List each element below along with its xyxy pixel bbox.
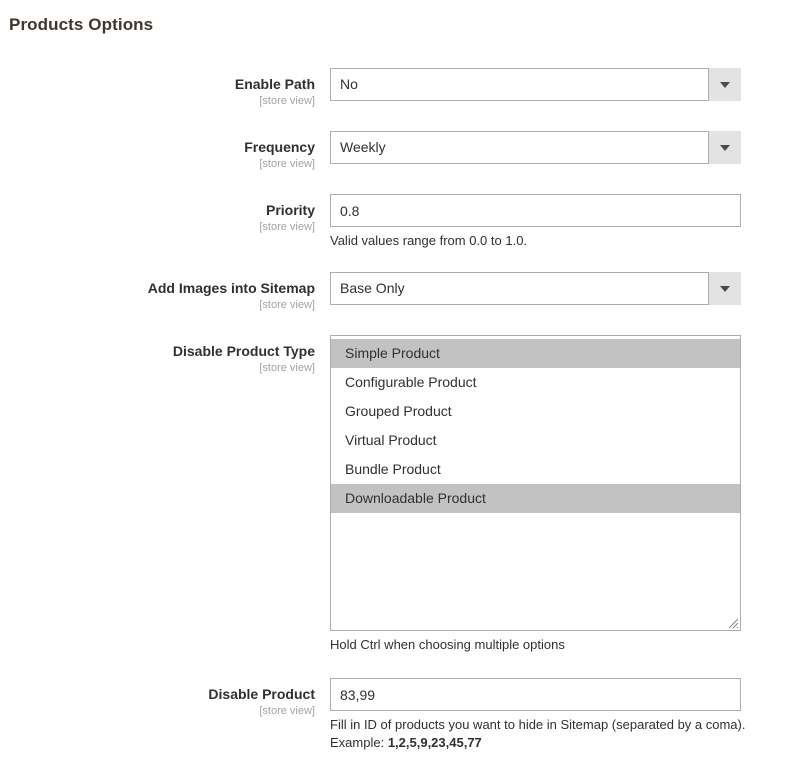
- field-label-priority: Priority [store view]: [0, 194, 330, 235]
- scope-label: [store view]: [259, 95, 315, 107]
- field-control-disable-product: Fill in ID of products you want to hide …: [330, 678, 789, 752]
- multiselect-option[interactable]: Virtual Product: [331, 426, 740, 455]
- frequency-select-value[interactable]: Weekly: [330, 131, 741, 164]
- priority-input[interactable]: [330, 194, 741, 227]
- chevron-down-icon: [720, 285, 730, 292]
- products-options-form: Enable Path [store view] No Frequency [s…: [0, 68, 789, 774]
- scope-label: [store view]: [259, 158, 315, 170]
- scope-label: [store view]: [259, 362, 315, 374]
- field-label-disable-product-type: Disable Product Type [store view]: [0, 335, 330, 376]
- field-control-add-images: Base Only: [330, 272, 789, 305]
- field-control-frequency: Weekly: [330, 131, 789, 164]
- chevron-down-icon: [720, 144, 730, 151]
- multiselect-option[interactable]: Bundle Product: [331, 455, 740, 484]
- field-row-disable-product: Disable Product [store view] Fill in ID …: [0, 678, 789, 752]
- scope-label: [store view]: [259, 299, 315, 311]
- field-label-enable-path: Enable Path [store view]: [0, 68, 330, 109]
- disable-product-type-note: Hold Ctrl when choosing multiple options: [330, 637, 565, 652]
- enable-path-select-value[interactable]: No: [330, 68, 741, 101]
- label-text: Priority: [265, 202, 315, 218]
- disable-product-note-line2-prefix: Example:: [330, 735, 388, 750]
- chevron-down-icon: [720, 81, 730, 88]
- frequency-select[interactable]: Weekly: [330, 131, 741, 164]
- field-label-add-images: Add Images into Sitemap [store view]: [0, 272, 330, 313]
- page-title: Products Options: [9, 15, 154, 34]
- disable-product-type-multiselect[interactable]: Simple Product Configurable Product Groupe…: [330, 335, 741, 631]
- field-control-disable-product-type: Simple Product Configurable Product Groupe…: [330, 335, 789, 654]
- disable-product-note-line1: Fill in ID of products you want to hide …: [330, 717, 746, 732]
- field-row-priority: Priority [store view] Valid values range…: [0, 194, 789, 250]
- enable-path-select[interactable]: No: [330, 68, 741, 101]
- resize-handle-icon[interactable]: [725, 615, 739, 629]
- disable-product-note-example: 1,2,5,9,23,45,77: [387, 735, 482, 750]
- label-text: Enable Path: [234, 76, 315, 92]
- scope-label: [store view]: [259, 221, 315, 233]
- disable-product-note: Fill in ID of products you want to hide …: [330, 716, 770, 752]
- add-images-select[interactable]: Base Only: [330, 272, 741, 305]
- field-row-enable-path: Enable Path [store view] No: [0, 68, 789, 109]
- field-control-priority: Valid values range from 0.0 to 1.0.: [330, 194, 789, 250]
- field-label-disable-product: Disable Product [store view]: [0, 678, 330, 719]
- scope-label: [store view]: [259, 705, 315, 717]
- priority-note: Valid values range from 0.0 to 1.0.: [330, 233, 528, 248]
- field-row-disable-product-type: Disable Product Type [store view] Simple…: [0, 335, 789, 654]
- label-text: Add Images into Sitemap: [147, 280, 315, 296]
- multiselect-option[interactable]: Downloadable Product: [331, 484, 740, 513]
- field-control-enable-path: No: [330, 68, 789, 101]
- field-row-frequency: Frequency [store view] Weekly: [0, 131, 789, 172]
- label-text: Disable Product: [208, 686, 315, 702]
- enable-path-dropdown-button[interactable]: [708, 68, 741, 101]
- label-text: Disable Product Type: [172, 343, 315, 359]
- frequency-dropdown-button[interactable]: [708, 131, 741, 164]
- multiselect-option[interactable]: Simple Product: [331, 339, 740, 368]
- multiselect-option[interactable]: Configurable Product: [331, 368, 740, 397]
- add-images-dropdown-button[interactable]: [708, 272, 741, 305]
- disable-product-input[interactable]: [330, 678, 741, 711]
- add-images-select-value[interactable]: Base Only: [330, 272, 741, 305]
- field-row-add-images-into-sitemap: Add Images into Sitemap [store view] Bas…: [0, 272, 789, 313]
- field-label-frequency: Frequency [store view]: [0, 131, 330, 172]
- label-text: Frequency: [244, 139, 315, 155]
- multiselect-option[interactable]: Grouped Product: [331, 397, 740, 426]
